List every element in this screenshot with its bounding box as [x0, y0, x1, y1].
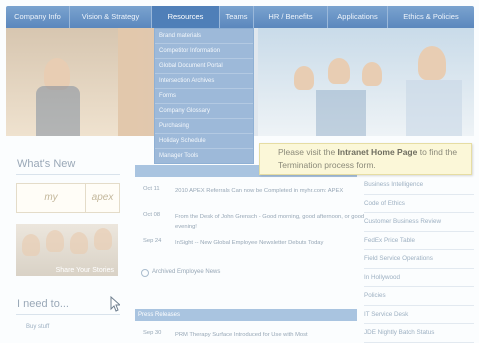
nav-teams[interactable]: Teams [220, 6, 254, 28]
quick-link-business-intelligence[interactable]: Business Intelligence [364, 176, 474, 195]
quick-link-code-of-ethics[interactable]: Code of Ethics [364, 195, 474, 213]
share-stories-caption: Share Your Stories [55, 267, 114, 274]
divider [16, 174, 120, 175]
menu-item-holiday-schedule[interactable]: Holiday Schedule [155, 134, 253, 149]
menu-item-forms[interactable]: Forms [155, 89, 253, 104]
mouse-pointer-icon [110, 296, 120, 312]
quick-link-it-service-desk[interactable]: IT Service Desk [364, 306, 474, 324]
menu-item-manager-tools[interactable]: Manager Tools [155, 149, 253, 163]
press-releases-header: Press Releases [135, 309, 357, 321]
tooltip-text-prefix: Please visit the [278, 147, 338, 157]
whats-new-heading: What's New [17, 158, 76, 170]
quick-link-in-hollywood[interactable]: In Hollywood [364, 269, 474, 287]
my-apex-apex: apex [91, 192, 114, 203]
quick-link-jde-nightly-batch-status[interactable]: JDE Nightly Batch Status [364, 324, 474, 343]
share-stories-banner[interactable]: Share Your Stories [16, 224, 118, 276]
hero-photo-left [6, 28, 118, 136]
news-title: InSight -- New Global Employee Newslette… [175, 240, 324, 246]
news-title: 2010 APEX Referrals Can now be Completed… [175, 188, 344, 194]
my-apex-my: my [17, 184, 86, 212]
intranet-home-link[interactable]: Intranet Home Page [338, 147, 418, 157]
menu-item-company-glossary[interactable]: Company Glossary [155, 104, 253, 119]
news-title: From the Desk of John Grensch - Good mor… [175, 214, 365, 230]
archive-circle-icon [141, 269, 149, 277]
news-date: Oct 08 [143, 212, 161, 218]
resources-dropdown-menu: Brand materials Competitor Information G… [154, 28, 254, 164]
hero-photo-right [258, 28, 474, 136]
nav-company-info[interactable]: Company Info [6, 6, 70, 28]
nav-hr-benefits[interactable]: HR / Benefits [254, 6, 328, 28]
top-nav: Company Info Vision & Strategy Resources… [6, 6, 474, 28]
menu-item-brand-materials[interactable]: Brand materials [155, 29, 253, 44]
news-date: Oct 11 [143, 186, 160, 192]
hero-photo-mid [118, 28, 154, 136]
nav-ethics-policies[interactable]: Ethics & Policies [388, 6, 474, 28]
quick-link-field-service-operations[interactable]: Field Service Operations [364, 250, 474, 269]
quick-link-policies[interactable]: Policies [364, 287, 474, 306]
menu-item-purchasing[interactable]: Purchasing [155, 119, 253, 134]
news-date: Sep 24 [143, 238, 162, 244]
buy-stuff-link[interactable]: Buy stuff [26, 324, 49, 330]
press-date: Sep 30 [143, 330, 162, 336]
press-title: PRM Therapy Surface Introduced for Use w… [175, 332, 308, 338]
menu-item-competitor-information[interactable]: Competitor Information [155, 44, 253, 59]
divider [16, 314, 120, 315]
quick-link-fedex-price-table[interactable]: FedEx Price Table [364, 232, 474, 250]
need-to-heading: I need to... [17, 298, 69, 310]
quick-links-list: Business Intelligence Code of Ethics Cus… [364, 176, 474, 343]
menu-item-intersection-archives[interactable]: Intersection Archives [155, 74, 253, 89]
my-apex-link[interactable]: my apex [16, 183, 120, 213]
menu-item-global-document-portal[interactable]: Global Document Portal [155, 59, 253, 74]
tooltip-callout: Please visit the Intranet Home Page to f… [259, 143, 472, 175]
archived-news-link[interactable]: Archived Employee News [152, 269, 220, 275]
nav-resources[interactable]: Resources [152, 6, 220, 28]
nav-vision-strategy[interactable]: Vision & Strategy [70, 6, 152, 28]
nav-applications[interactable]: Applications [328, 6, 388, 28]
quick-link-customer-business-review[interactable]: Customer Business Review [364, 213, 474, 232]
